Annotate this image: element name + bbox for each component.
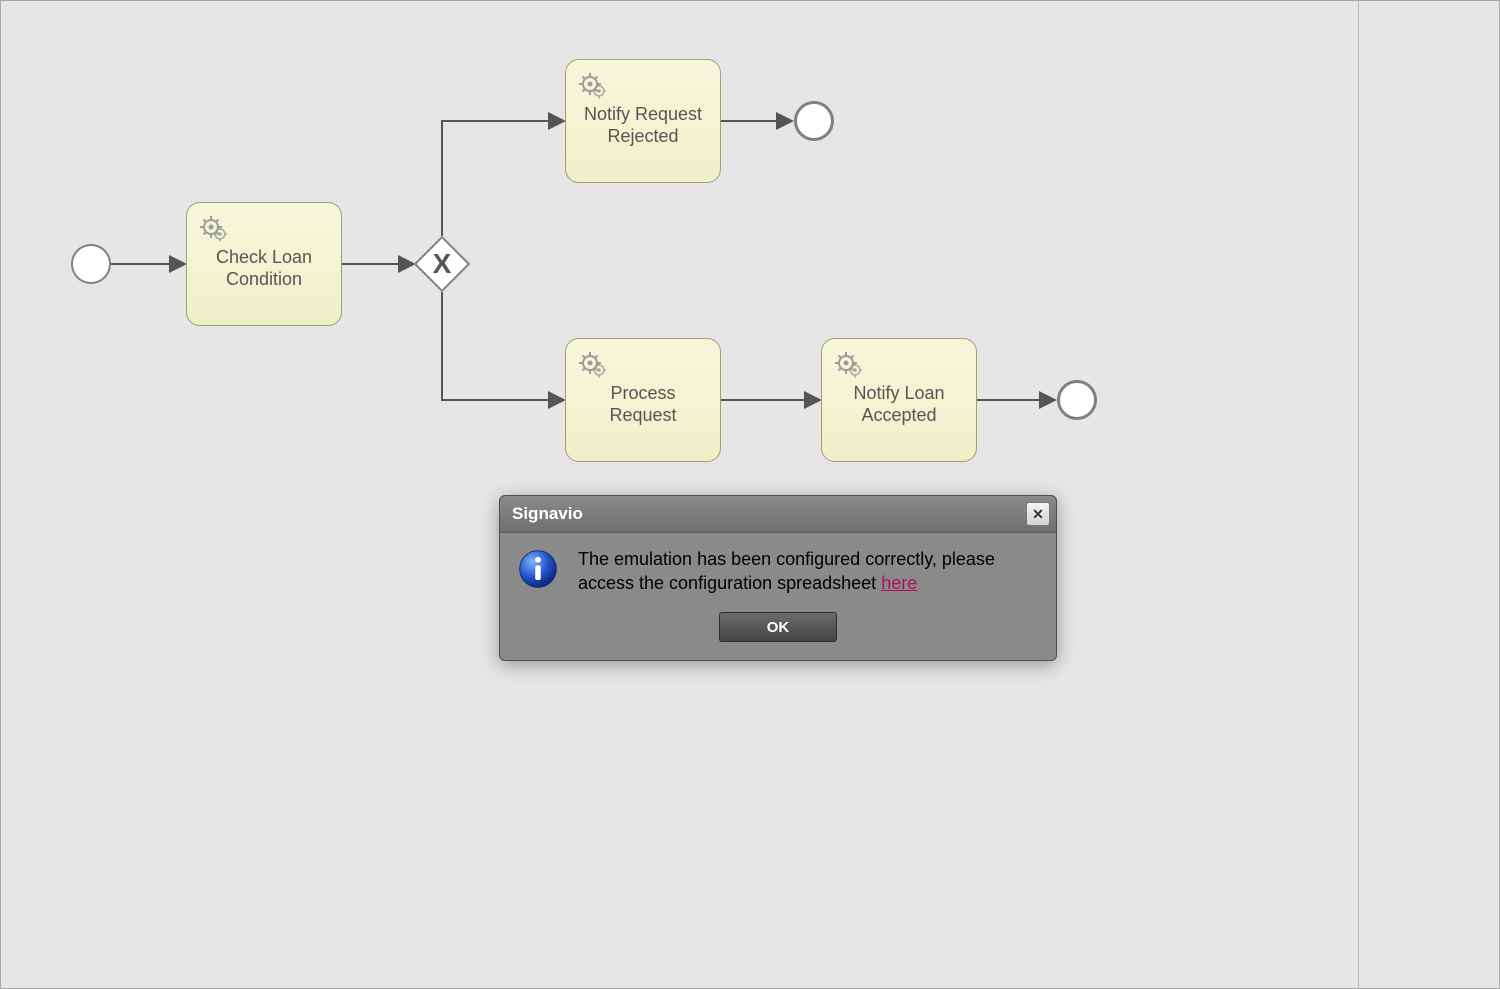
task-label: Check Loan Condition	[197, 246, 331, 291]
gateway-x-marker: X	[433, 250, 452, 278]
task-check-loan-condition[interactable]: Check Loan Condition	[186, 202, 342, 326]
close-icon: ✕	[1032, 506, 1044, 523]
dialog-close-button[interactable]: ✕	[1026, 502, 1050, 526]
service-task-gear-icon	[197, 213, 227, 243]
dialog-titlebar[interactable]: Signavio ✕	[500, 496, 1056, 533]
end-event-accepted[interactable]	[1057, 380, 1097, 420]
dialog-message: The emulation has been configured correc…	[578, 547, 1040, 596]
service-task-gear-icon	[576, 70, 606, 100]
task-notify-request-rejected[interactable]: Notify Request Rejected	[565, 59, 721, 183]
ok-button[interactable]: OK	[719, 612, 837, 642]
task-notify-loan-accepted[interactable]: Notify Loan Accepted	[821, 338, 977, 462]
dialog-body: The emulation has been configured correc…	[500, 533, 1056, 602]
signavio-info-dialog: Signavio ✕ The emulation has been con	[499, 495, 1057, 661]
dialog-title: Signavio	[512, 504, 583, 524]
service-task-gear-icon	[576, 349, 606, 379]
task-label: Notify Loan Accepted	[832, 382, 966, 427]
task-label: Process Request	[576, 382, 710, 427]
service-task-gear-icon	[832, 349, 862, 379]
dialog-footer: OK	[500, 602, 1056, 660]
task-process-request[interactable]: Process Request	[565, 338, 721, 462]
start-event[interactable]	[71, 244, 111, 284]
dialog-message-text: The emulation has been configured correc…	[578, 549, 995, 593]
info-icon	[516, 547, 560, 596]
end-event-rejected[interactable]	[794, 101, 834, 141]
configuration-spreadsheet-link[interactable]: here	[881, 573, 917, 593]
exclusive-gateway[interactable]: X	[414, 236, 470, 292]
canvas-vertical-guide	[1358, 1, 1359, 988]
task-label: Notify Request Rejected	[576, 103, 710, 148]
